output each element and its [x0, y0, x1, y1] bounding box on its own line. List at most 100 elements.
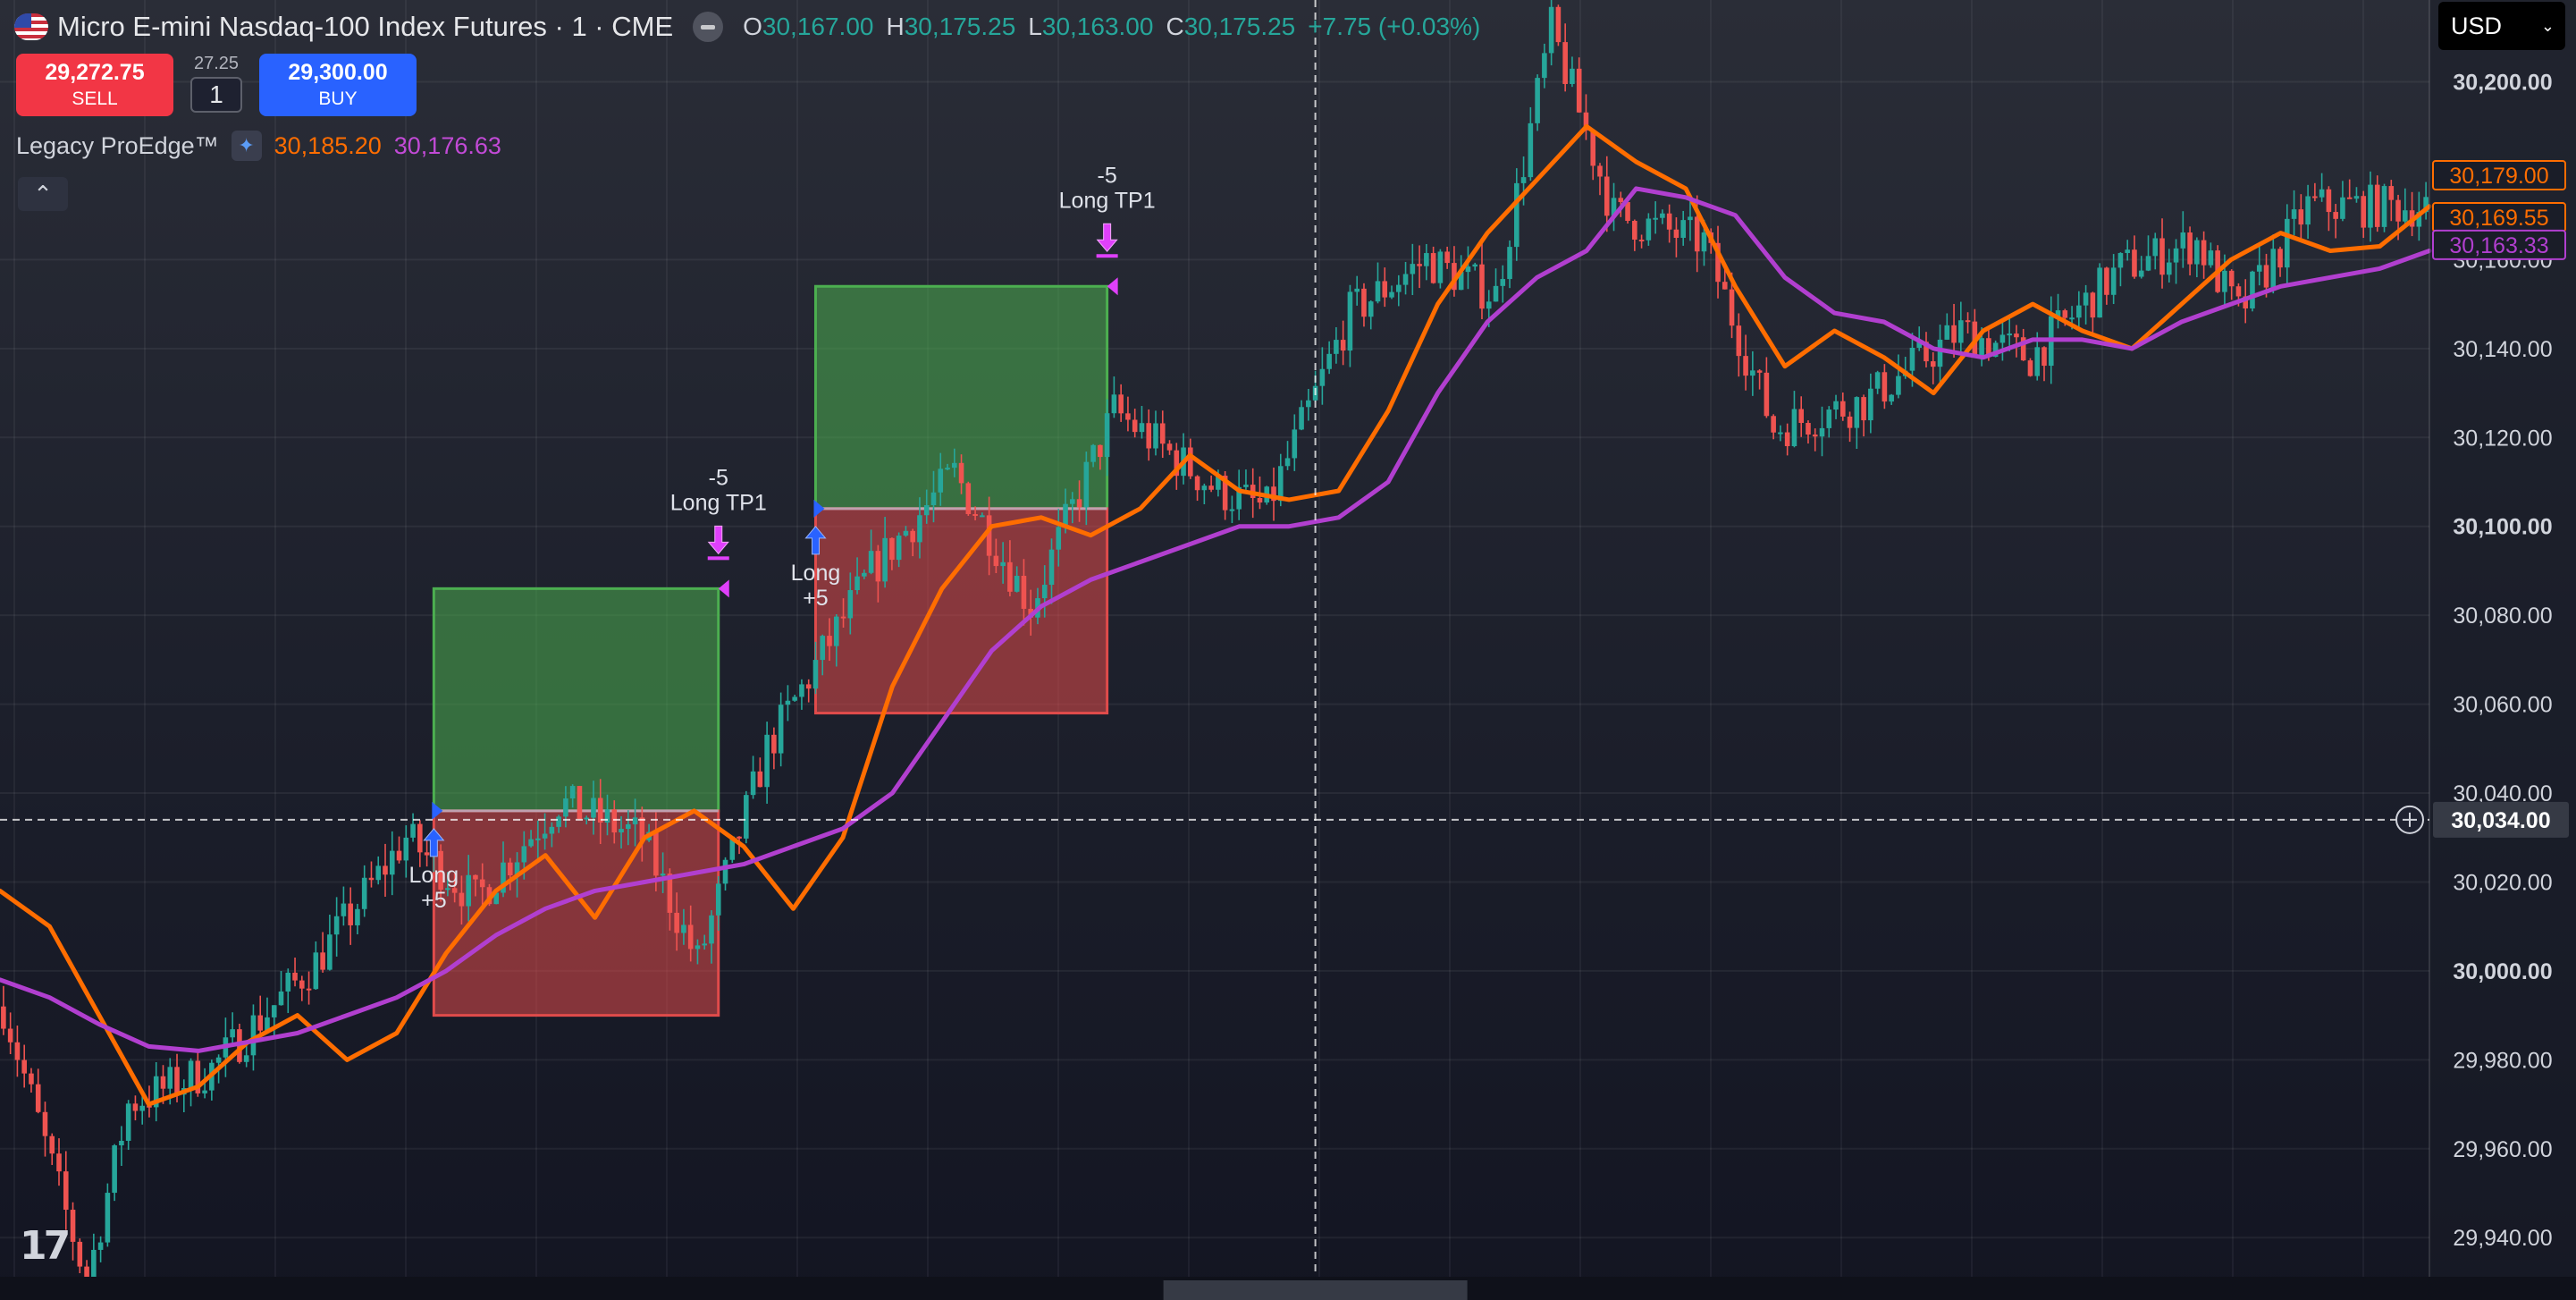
candle-body	[889, 537, 895, 561]
candle-body	[2291, 209, 2297, 219]
price-axis[interactable]: 30,200.0030,160.0030,140.0030,120.0030,1…	[0, 0, 2576, 1300]
chevron-up-icon: ⌃	[33, 180, 53, 207]
quantity-input[interactable]: 1	[190, 77, 242, 113]
candle-body	[1868, 388, 1873, 421]
candle-body	[792, 696, 797, 701]
indicator-legend[interactable]: Legacy ProEdge™ ✦ 30,185.20 30,176.63	[16, 131, 501, 161]
candle-body	[1937, 339, 1943, 367]
candle-body	[1243, 485, 1249, 487]
candle-body	[2152, 238, 2159, 257]
candle-body	[840, 616, 846, 619]
candle-body	[938, 469, 944, 493]
symbol-title[interactable]: Micro E-mini Nasdaq-100 Index Futures · …	[57, 11, 673, 43]
candle-body	[230, 1029, 235, 1038]
candle-body	[1756, 370, 1763, 373]
price-tick-label: 30,200.00	[2453, 71, 2552, 96]
exit-arrow-icon	[707, 525, 729, 555]
candle-body	[2041, 347, 2047, 367]
candle-body	[1201, 485, 1208, 491]
candle-body	[722, 859, 728, 884]
candle-body	[1000, 561, 1006, 567]
candle-body	[1680, 220, 1686, 238]
sparkle-icon[interactable]: ✦	[231, 131, 262, 161]
candle-body	[2138, 270, 2144, 277]
candle-body	[1139, 423, 1145, 433]
candle-body	[1632, 220, 1637, 241]
candle-body	[1410, 264, 1416, 274]
candle-body	[361, 877, 367, 909]
candle-body	[591, 798, 596, 818]
candle-body	[202, 1090, 207, 1093]
candle-body	[292, 972, 298, 981]
candle-body	[1562, 42, 1568, 84]
currency-select[interactable]: USD ⌄	[2438, 2, 2565, 50]
candle-body	[660, 874, 666, 876]
candle-body	[917, 515, 922, 543]
candle-body	[1666, 213, 1672, 230]
sell-button[interactable]: 29,272.75 SELL	[16, 54, 173, 116]
candle-body	[2014, 333, 2019, 338]
candle-body	[1118, 394, 1124, 414]
collapse-legend-button[interactable]: ⌃	[18, 177, 68, 211]
candle-body	[1548, 6, 1554, 54]
price-badge-label: 30,163.33	[2449, 233, 2548, 258]
candle-body	[42, 1111, 48, 1136]
candle-body	[2076, 305, 2082, 318]
candle-body	[1597, 165, 1603, 177]
candle-body	[389, 850, 395, 875]
grid-lines	[0, 0, 2429, 1277]
candle-body	[333, 916, 340, 935]
candle-body	[771, 734, 777, 754]
candle-body	[1896, 376, 1901, 395]
chevron-down-icon: ⌄	[2540, 16, 2555, 35]
entry-label: +5	[421, 888, 447, 913]
add-alert-icon[interactable]	[2395, 805, 2424, 834]
candle-body	[21, 1059, 27, 1074]
candle-body	[383, 865, 388, 875]
candle-body	[1472, 264, 1478, 267]
candle-body	[341, 903, 347, 916]
us-flag-icon	[14, 13, 48, 40]
candle-body	[986, 515, 992, 556]
candle-body	[1646, 218, 1652, 241]
candle-body	[2368, 184, 2373, 228]
candle-body	[750, 771, 756, 796]
candle-body	[257, 1015, 264, 1031]
candle-body	[403, 837, 409, 861]
candle-body	[930, 492, 937, 505]
candle-body	[2312, 196, 2318, 198]
candle-body	[1402, 274, 1409, 285]
candle-body	[2285, 218, 2290, 268]
candle-body	[2235, 286, 2242, 297]
price-tick-label: 30,100.00	[2453, 515, 2552, 540]
price-tick-label: 30,020.00	[2453, 870, 2552, 895]
buy-button[interactable]: 29,300.00 BUY	[259, 54, 417, 116]
market-status-icon[interactable]	[693, 12, 724, 42]
candle-body	[2180, 232, 2186, 249]
exit-marker: -5Long TP1	[1059, 163, 1156, 296]
candle-body	[424, 852, 430, 856]
crosshair	[0, 0, 2429, 1277]
indicator-name[interactable]: Legacy ProEdge™	[16, 132, 219, 160]
candle-body	[77, 1241, 83, 1267]
candle-body	[854, 576, 860, 591]
candle-body	[1430, 253, 1436, 283]
candle-body	[278, 991, 284, 1006]
candle-body	[2319, 189, 2325, 198]
candle-body	[1729, 289, 1735, 326]
candle-body	[1694, 216, 1700, 252]
chart-canvas[interactable]: Long+5-5Long TP1Long+5-5Long TP1 30,200.…	[0, 0, 2576, 1300]
candle-body	[2159, 238, 2165, 275]
candle-body	[1132, 419, 1138, 433]
candle-body	[70, 1210, 76, 1242]
candle-body	[923, 504, 930, 516]
price-badge-label: 30,179.00	[2449, 164, 2548, 189]
exit-arrow-icon	[1096, 223, 1118, 253]
change-value: +7.75 (+0.03%)	[1308, 13, 1481, 40]
candle-body	[1874, 372, 1881, 389]
candle-body	[1653, 217, 1658, 220]
candle-body	[1736, 325, 1742, 357]
candle-body	[744, 795, 749, 839]
candle-body	[715, 883, 721, 916]
tradingview-logo-icon[interactable]: 17	[20, 1223, 71, 1269]
